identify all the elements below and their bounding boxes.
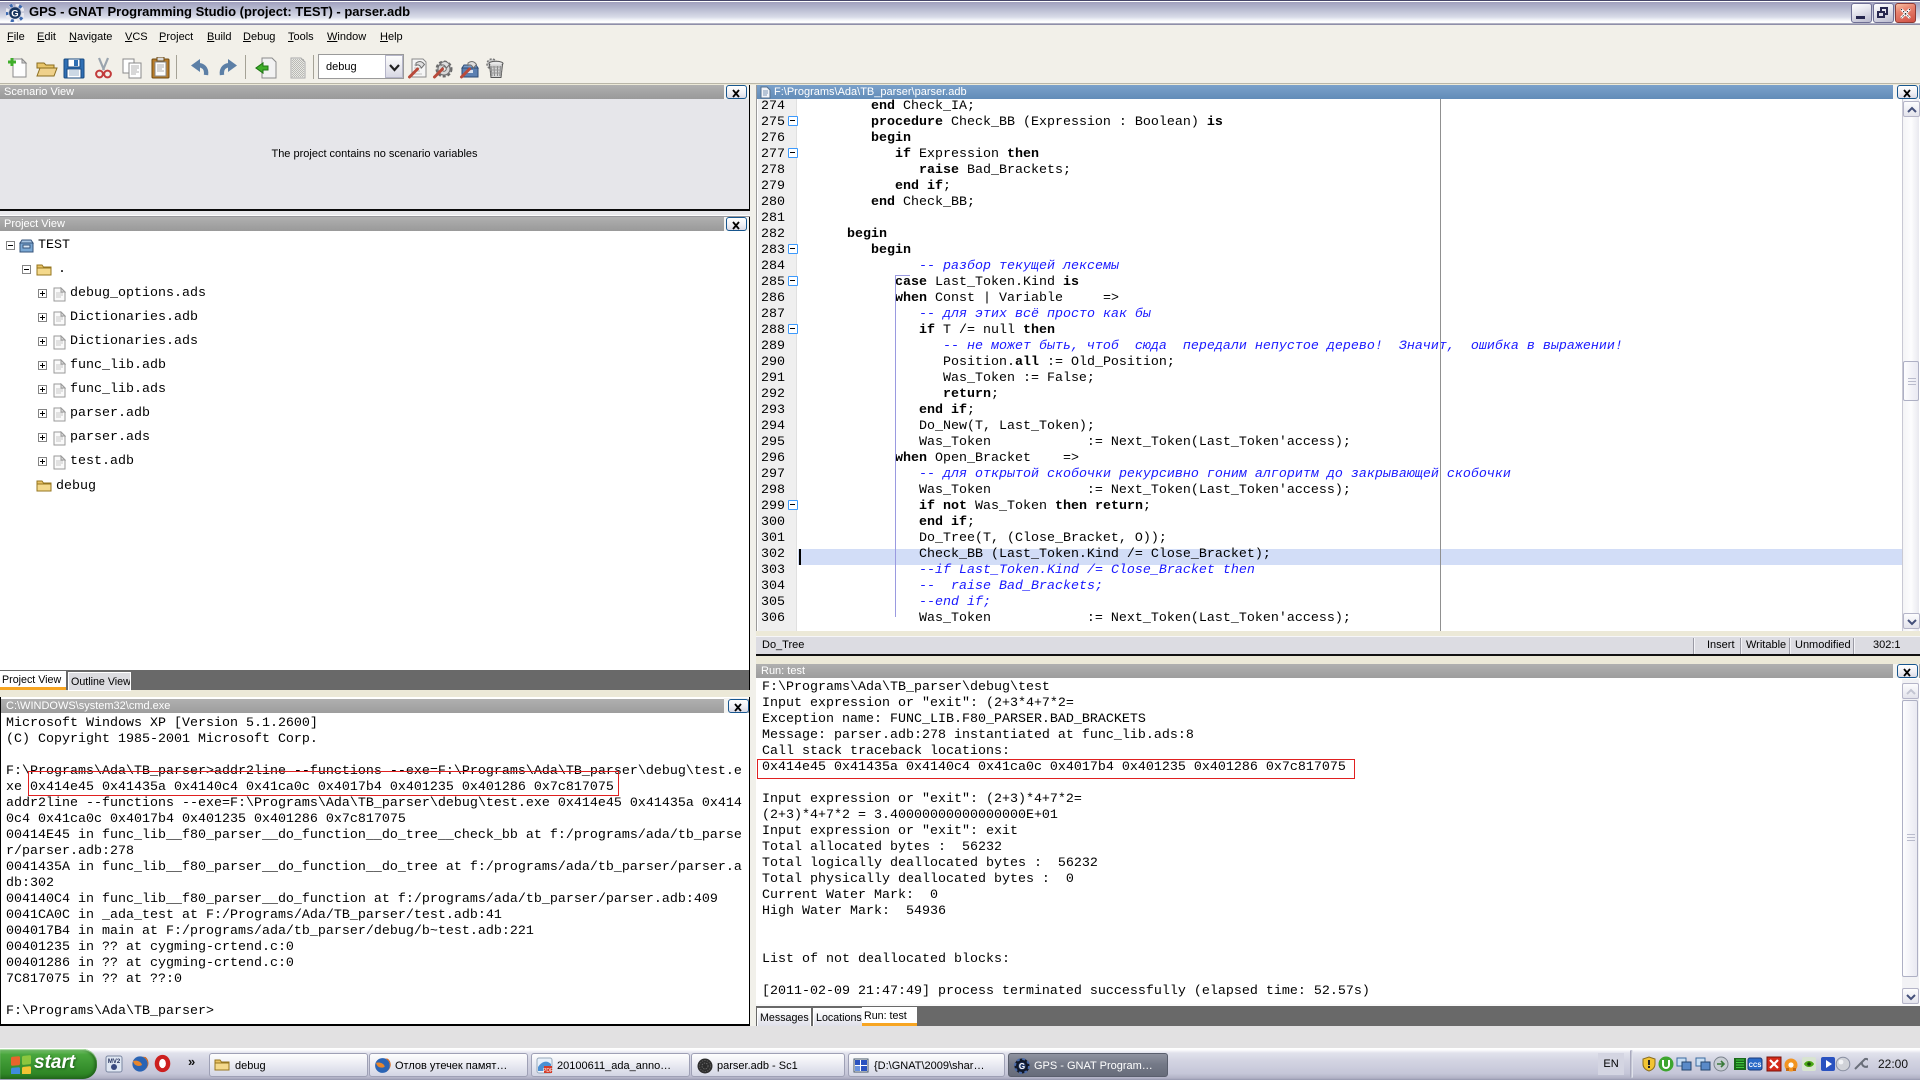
svg-text:G: G bbox=[11, 9, 18, 20]
svg-text:G: G bbox=[1019, 1062, 1025, 1071]
svg-text:CCS: CCS bbox=[1749, 1063, 1762, 1069]
svg-text:PDF: PDF bbox=[543, 1068, 553, 1074]
